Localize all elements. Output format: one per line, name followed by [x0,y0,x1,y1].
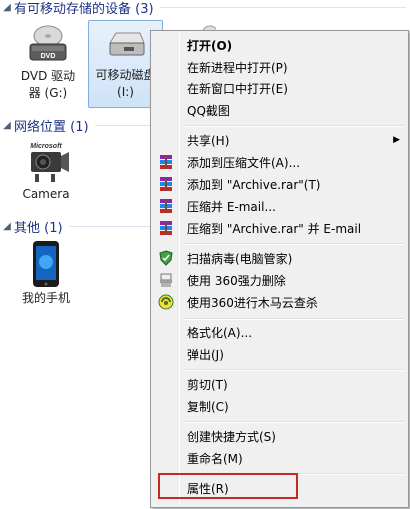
menu-item-label: 在新窗口中打开(E) [187,81,288,96]
group-title: 其他 (1) [14,220,63,236]
360-scan-icon [153,291,179,313]
menu-item-label: 复制(C) [187,399,229,414]
dvd-drive-tile[interactable]: DVD DVD 驱动 器 (G:) [12,22,84,106]
menu-item-add-to-archive-rar[interactable]: 添加到 "Archive.rar"(T) [153,173,406,195]
menu-item-create-shortcut[interactable]: 创建快捷方式(S) [153,425,406,447]
camera-label: Camera [22,187,70,201]
winrar-icon [153,195,179,217]
dvd-drive-icon: DVD [29,25,67,61]
menu-item-eject[interactable]: 弹出(J) [153,343,406,365]
collapse-icon[interactable]: ◢ [0,221,14,232]
menu-item-label: 压缩并 E-mail... [187,199,276,214]
camera-icon: Microsoft [30,143,69,182]
camera-tile[interactable]: Microsoft Camera [14,140,78,206]
menu-item-label: QQ截图 [187,103,230,118]
menu-item-open-new-process[interactable]: 在新进程中打开(P) [153,56,406,78]
submenu-arrow-icon: ▶ [393,135,400,145]
dvd-line1: DVD 驱动 [20,69,76,83]
menu-item-label: 压缩到 "Archive.rar" 并 E-mail [187,221,362,236]
winrar-icon [153,217,179,239]
menu-separator [183,318,404,320]
group-title: 有可移动存储的设备 (3) [14,1,154,17]
group-title: 网络位置 (1) [14,119,89,135]
context-menu: 打开(O) 在新进程中打开(P) 在新窗口中打开(E) QQ截图 共享(H) ▶… [150,30,409,508]
menu-item-label: 扫描病毒(电脑管家) [187,251,293,266]
winrar-icon [153,151,179,173]
menu-item-compress-rar-email[interactable]: 压缩到 "Archive.rar" 并 E-mail [153,217,406,239]
phone-icon [33,241,59,287]
menu-item-open[interactable]: 打开(O) [153,34,406,56]
menu-item-cut[interactable]: 剪切(T) [153,373,406,395]
menu-item-label: 打开(O) [187,38,233,53]
menu-item-label: 格式化(A)... [187,325,253,340]
menu-item-label: 使用360进行木马云查杀 [187,295,318,310]
menu-item-compress-email[interactable]: 压缩并 E-mail... [153,195,406,217]
menu-item-360-delete[interactable]: 使用 360强力删除 [153,269,406,291]
menu-item-label: 添加到压缩文件(A)... [187,155,301,170]
menu-item-format[interactable]: 格式化(A)... [153,321,406,343]
menu-item-rename[interactable]: 重命名(M) [153,447,406,469]
menu-item-label: 重命名(M) [187,451,243,466]
phone-label: 我的手机 [21,291,70,305]
dvd-badge: DVD [41,53,56,60]
menu-separator [183,243,404,245]
winrar-icon [153,173,179,195]
shield-icon [153,247,179,269]
group-header-removable[interactable]: ◢ 有可移动存储的设备 (3) [0,0,410,17]
properties-highlight-box [158,473,298,499]
menu-item-label: 弹出(J) [187,347,224,362]
collapse-icon[interactable]: ◢ [0,120,14,131]
shredder-icon [153,269,179,291]
phone-tile[interactable]: 我的手机 [14,240,78,310]
collapse-icon[interactable]: ◢ [0,2,14,13]
menu-item-label: 剪切(T) [187,377,228,392]
menu-item-label: 创建快捷方式(S) [187,429,276,444]
divider [159,6,406,8]
menu-separator [183,421,404,423]
menu-item-label: 添加到 "Archive.rar"(T) [187,177,321,192]
removable-disk-icon [108,32,145,56]
menu-item-label: 共享(H) [187,133,230,148]
menu-item-share[interactable]: 共享(H) ▶ [153,129,406,151]
menu-separator [183,369,404,371]
menu-item-open-new-window[interactable]: 在新窗口中打开(E) [153,77,406,99]
dvd-drive-label: DVD 驱动 器 (G:) [21,68,75,102]
removable-disk-label: 可移动磁盘 (I:) [95,67,155,101]
dvd-line2: 器 (G:) [28,86,68,100]
menu-item-label: 在新进程中打开(P) [187,60,288,75]
menu-item-label: 使用 360强力删除 [187,273,286,288]
menu-item-copy[interactable]: 复制(C) [153,395,406,417]
menu-item-qq-screenshot[interactable]: QQ截图 [153,99,406,121]
removable-line1: 可移动磁盘 [95,68,156,82]
menu-item-scan-virus[interactable]: 扫描病毒(电脑管家) [153,247,406,269]
menu-separator [183,125,404,127]
menu-item-360-trojan-scan[interactable]: 使用360进行木马云查杀 [153,291,406,313]
menu-item-add-to-archive[interactable]: 添加到压缩文件(A)... [153,151,406,173]
camera-brand: Microsoft [30,143,62,150]
removable-line2: (I:) [117,85,134,99]
